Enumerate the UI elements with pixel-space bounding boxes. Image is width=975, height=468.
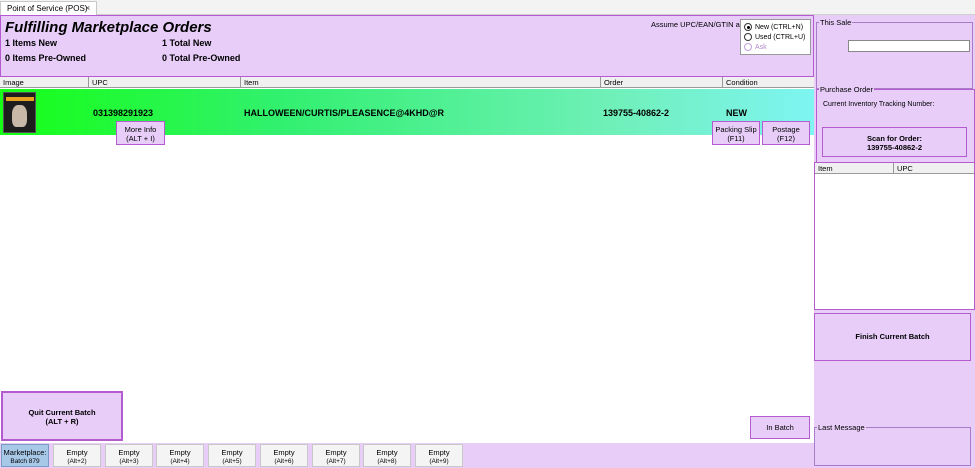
radio-unchecked-icon xyxy=(744,33,752,41)
product-image xyxy=(3,92,36,133)
po-col-upc[interactable]: UPC xyxy=(894,163,974,174)
col-upc[interactable]: UPC xyxy=(89,77,241,88)
tab-title: Point of Service (POS) xyxy=(7,4,88,13)
sale-input[interactable] xyxy=(848,40,970,52)
po-grid-header: Item UPC xyxy=(815,163,974,174)
packing-slip-button[interactable]: Packing Slip (F11) xyxy=(712,121,760,145)
batch-slot-8[interactable]: Empty (Alt+8) xyxy=(363,444,411,467)
batch-slot-2[interactable]: Empty (Alt+2) xyxy=(53,444,101,467)
postage-button[interactable]: Postage (F12) xyxy=(762,121,810,145)
po-items-grid: Item UPC xyxy=(814,162,975,310)
batch-slots-bar: Marketplace: Batch 879 Empty (Alt+2) Empty… xyxy=(0,443,814,468)
grid-header: Image UPC Item Order Condition xyxy=(0,77,814,88)
col-image[interactable]: Image xyxy=(0,77,89,88)
purchase-order-label: Purchase Order xyxy=(819,85,874,94)
tab-pos[interactable]: Point of Service (POS) × xyxy=(0,1,97,15)
this-sale-group: This Sale xyxy=(816,18,973,89)
total-preowned-count: 0 Total Pre-Owned xyxy=(162,53,241,63)
right-panel: This Sale Purchase Order Current Invento… xyxy=(814,15,975,468)
col-condition[interactable]: Condition xyxy=(723,77,814,88)
page-title: Fulfilling Marketplace Orders xyxy=(5,19,212,36)
col-item[interactable]: Item xyxy=(241,77,601,88)
scan-for-order-button[interactable]: Scan for Order: 139755-40862-2 xyxy=(822,127,967,157)
in-batch-button[interactable]: In Batch xyxy=(750,416,810,439)
radio-disabled-icon xyxy=(744,43,752,51)
items-preowned-count: 0 Items Pre-Owned xyxy=(5,53,87,63)
radio-checked-icon xyxy=(744,23,752,31)
radio-used[interactable]: Used (CTRL+U) xyxy=(744,32,807,42)
po-col-item[interactable]: Item xyxy=(815,163,894,174)
orders-grid: Image UPC Item Order Condition 031398291… xyxy=(0,77,814,443)
row-order: 139755-40862-2 xyxy=(603,108,670,118)
batch-slot-6[interactable]: Empty (Alt+6) xyxy=(260,444,308,467)
close-icon[interactable]: × xyxy=(85,3,90,13)
batch-slot-5[interactable]: Empty (Alt+5) xyxy=(208,444,256,467)
batch-slot-4[interactable]: Empty (Alt+4) xyxy=(156,444,204,467)
quit-batch-button[interactable]: Quit Current Batch (ALT + R) xyxy=(1,391,123,441)
row-upc: 031398291923 xyxy=(93,108,154,118)
assume-label: Assume UPC/EAN/GTIN are: xyxy=(651,20,749,29)
more-info-button[interactable]: More Info (ALT + I) xyxy=(116,121,165,145)
batch-slot-1[interactable]: Marketplace: Batch 879 xyxy=(1,444,49,467)
batch-slot-7[interactable]: Empty (Alt+7) xyxy=(312,444,360,467)
last-message-group: Last Message xyxy=(814,423,971,466)
this-sale-label: This Sale xyxy=(819,18,853,27)
items-new-count: 1 Items New xyxy=(5,38,58,48)
col-order[interactable]: Order xyxy=(601,77,723,88)
condition-radio-group: New (CTRL+N) Used (CTRL+U) Ask xyxy=(740,19,811,55)
batch-slot-3[interactable]: Empty (Alt+3) xyxy=(105,444,153,467)
total-new-count: 1 Total New xyxy=(162,38,212,48)
order-header: Fulfilling Marketplace Orders 1 Items Ne… xyxy=(0,15,814,77)
batch-slot-9[interactable]: Empty (Alt+9) xyxy=(415,444,463,467)
radio-ask: Ask xyxy=(744,42,807,52)
row-item: HALLOWEEN/CURTIS/PLEASENCE@4KHD@R xyxy=(244,108,445,118)
row-condition: NEW xyxy=(726,108,747,118)
tab-bar: Point of Service (POS) × xyxy=(0,0,975,15)
last-message-label: Last Message xyxy=(817,423,866,432)
finish-batch-button[interactable]: Finish Current Batch xyxy=(814,313,971,361)
radio-new[interactable]: New (CTRL+N) xyxy=(744,22,807,32)
tracking-label: Current Inventory Tracking Number: xyxy=(823,101,935,108)
